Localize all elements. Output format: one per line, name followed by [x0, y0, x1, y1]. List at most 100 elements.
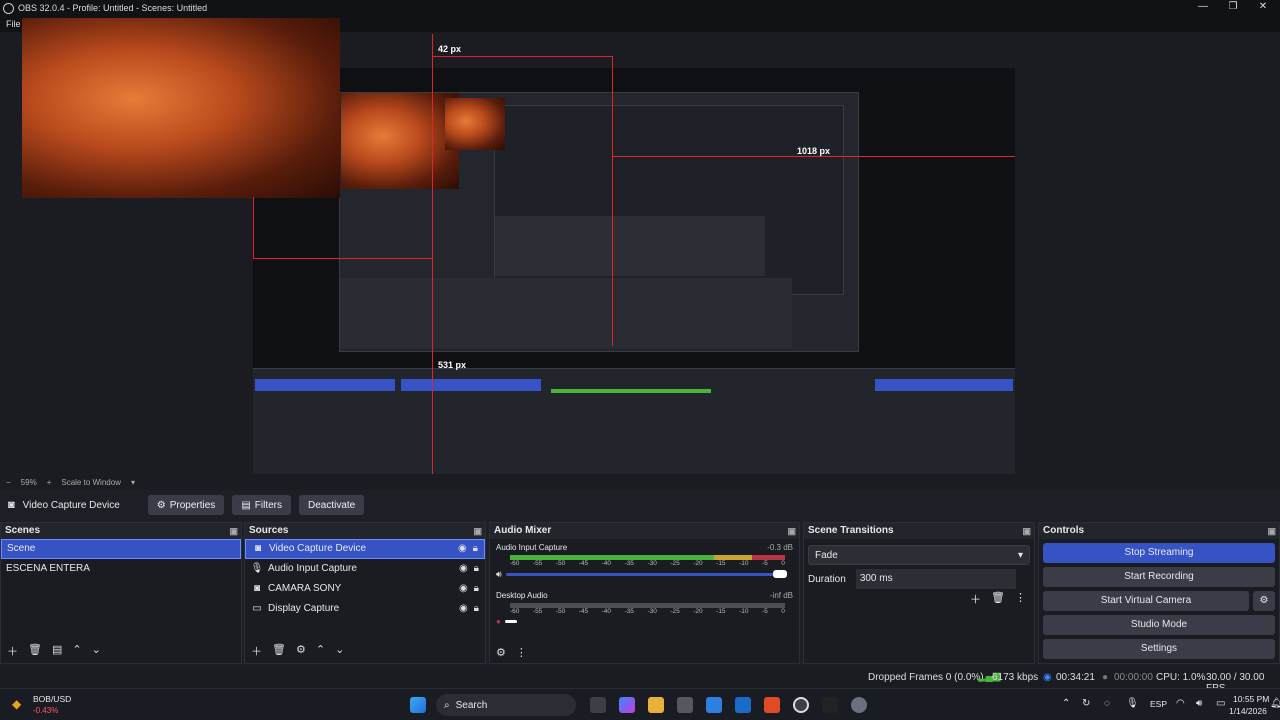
undock-icon[interactable]: ▣ — [1022, 523, 1031, 539]
trash-icon[interactable]: 🗑 — [28, 643, 42, 659]
task-view-icon[interactable] — [590, 697, 606, 713]
file-explorer-icon[interactable] — [648, 697, 664, 713]
outlook-icon[interactable] — [735, 697, 751, 713]
more-icon[interactable]: ⋮ — [516, 646, 527, 659]
scene-item[interactable]: ESCENA ENTERA — [1, 559, 241, 579]
maximize-button[interactable]: ❐ — [1218, 0, 1248, 16]
zoom-in-button[interactable]: + — [47, 478, 52, 487]
filters-button[interactable]: ▤ Filters — [232, 495, 291, 515]
windows-start-icon[interactable] — [410, 697, 426, 713]
source-item[interactable]: ◙ Video Capture Device ◉ 🔒︎ — [245, 539, 485, 559]
more-icon[interactable]: ⋮ — [1015, 591, 1026, 607]
volume-slider[interactable] — [504, 620, 517, 623]
clock-date[interactable]: 1/14/2026 — [1229, 706, 1267, 716]
battery-icon[interactable]: ▭ — [1216, 698, 1225, 709]
eye-icon[interactable]: ◉ — [459, 599, 468, 619]
minimize-button[interactable]: — — [1188, 0, 1218, 16]
add-icon[interactable]: ＋ — [251, 643, 262, 659]
sources-dock: Sources ▣ ◙ Video Capture Device ◉ 🔒︎ 🎙︎ Audi… — [244, 522, 486, 664]
lock-icon[interactable]: 🔒︎ — [474, 559, 479, 579]
notification-icon[interactable]: 🔔︎ — [1270, 698, 1280, 709]
app-icon[interactable] — [822, 697, 838, 713]
obs-taskbar-icon[interactable] — [793, 697, 809, 713]
trash-icon[interactable]: 🗑 — [991, 591, 1005, 607]
lock-icon[interactable]: 🔒︎ — [474, 599, 479, 619]
clock-time[interactable]: 10:55 PM — [1233, 694, 1269, 704]
meter-tick-label: -40 — [601, 608, 612, 615]
guide-label-bottom: 531 px — [438, 360, 467, 370]
zoom-out-button[interactable]: − — [6, 478, 11, 487]
transition-actions: ＋ 🗑 ⋮ — [970, 591, 1026, 607]
stop-streaming-button[interactable]: Stop Streaming — [1043, 543, 1275, 563]
speaker-icon[interactable]: 🔊︎ — [496, 569, 502, 580]
channel-name: Desktop Audio — [496, 591, 548, 600]
audio-channel: Desktop Audio -inf dB -60 -55 -50 -45 -40 -35-… — [490, 591, 799, 635]
undock-icon[interactable]: ▣ — [787, 523, 796, 539]
menu-file[interactable]: File — [6, 19, 21, 29]
move-up-icon[interactable]: ⌃ — [72, 643, 81, 659]
studio-mode-button[interactable]: Studio Mode — [1043, 615, 1275, 635]
filter-icon[interactable]: ▤ — [52, 643, 62, 659]
language-indicator[interactable]: ESP — [1150, 699, 1167, 709]
deactivate-button[interactable]: Deactivate — [299, 495, 365, 515]
transition-select[interactable]: Fade ▾ — [808, 545, 1030, 565]
move-up-icon[interactable]: ⌃ — [316, 643, 325, 659]
move-down-icon[interactable]: ⌄ — [92, 643, 101, 659]
start-recording-button[interactable]: Start Recording — [1043, 567, 1275, 587]
audio-mixer-dock: Audio Mixer ▣ Audio Input Capture -0.3 dB … — [489, 522, 800, 664]
brave-icon[interactable] — [764, 697, 780, 713]
lock-icon[interactable]: 🔒︎ — [474, 579, 479, 599]
network-icon[interactable]: ◌ — [1104, 698, 1110, 709]
meter-tick-label: -60 — [510, 560, 520, 567]
eye-icon[interactable]: ◉ — [459, 559, 468, 579]
chevron-down-icon[interactable]: ▾ — [131, 478, 135, 487]
start-virtual-camera-button[interactable]: Start Virtual Camera — [1043, 591, 1249, 611]
preview-canvas[interactable]: 42 px 1018 px 531 px — [0, 18, 1280, 502]
settings-button[interactable]: Settings — [1043, 639, 1275, 659]
copilot-icon[interactable] — [619, 697, 635, 713]
close-button[interactable]: ✕ — [1248, 0, 1278, 16]
nested-main-docks — [253, 368, 1015, 478]
undock-icon[interactable]: ▣ — [473, 523, 482, 539]
add-icon[interactable]: ＋ — [7, 643, 18, 659]
volume-slider[interactable] — [505, 570, 787, 578]
gear-icon[interactable]: ⚙ — [296, 643, 306, 659]
properties-button[interactable]: ⚙ Properties — [147, 495, 225, 515]
add-icon[interactable]: ＋ — [970, 591, 981, 607]
source-item[interactable]: 🎙︎ Audio Input Capture ◉ 🔒︎ — [245, 559, 485, 579]
duration-input[interactable]: 300 ms — [855, 569, 1016, 589]
wifi-icon[interactable]: ◠ — [1176, 698, 1185, 709]
meter-scale: -60 -55 -50 -45 -40 -35 -30 -25 -20 -15 -10 -5 0 — [496, 560, 793, 567]
meter-tick-label: -5 — [761, 560, 768, 567]
taskbar-search[interactable]: ⌕ Search — [436, 694, 576, 716]
source-item[interactable]: ◙ CAMARA SONY ◉ 🔒︎ — [245, 579, 485, 599]
trash-icon[interactable]: 🗑 — [272, 643, 286, 659]
scene-item[interactable]: Scene — [1, 539, 241, 559]
audio-channel: Audio Input Capture -0.3 dB -60 -55 -50 -45-… — [490, 539, 799, 591]
meter-tick-label: -35 — [624, 608, 634, 615]
lock-icon[interactable]: 🔒︎ — [473, 539, 478, 559]
chevron-down-icon: ▾ — [1017, 549, 1023, 561]
eye-icon[interactable]: ◉ — [458, 539, 467, 559]
undock-icon[interactable]: ▣ — [1267, 523, 1276, 539]
app-icon[interactable] — [677, 697, 693, 713]
move-down-icon[interactable]: ⌄ — [335, 643, 344, 659]
volume-icon[interactable]: 🔊︎ — [1196, 698, 1202, 709]
nested-meter — [551, 389, 711, 393]
eye-icon[interactable]: ◉ — [459, 579, 468, 599]
sync-icon[interactable]: ↻ — [1082, 698, 1090, 709]
transition-value: Fade — [815, 549, 838, 561]
scale-mode-select[interactable]: Scale to Window — [61, 478, 121, 487]
gear-icon[interactable]: ⚙ — [496, 646, 506, 659]
virtual-camera-settings-gear-icon[interactable]: ⚙ — [1253, 591, 1275, 611]
store-icon[interactable] — [706, 697, 722, 713]
chevron-up-icon[interactable]: ⌃ — [1062, 698, 1070, 709]
mixer-footer: ⚙ ⋮ — [496, 646, 527, 659]
muted-speaker-icon[interactable]: ● — [496, 617, 501, 626]
microphone-icon[interactable]: 🎙︎ — [1126, 698, 1139, 709]
source-toolbar: ◙ Video Capture Device ⚙ Properties ▤ Filt… — [0, 490, 1280, 520]
undock-icon[interactable]: ▣ — [229, 523, 238, 539]
filters-label: Filters — [254, 499, 282, 511]
settings-app-icon[interactable] — [851, 697, 867, 713]
source-item[interactable]: ▭ Display Capture ◉ 🔒︎ — [245, 599, 485, 619]
